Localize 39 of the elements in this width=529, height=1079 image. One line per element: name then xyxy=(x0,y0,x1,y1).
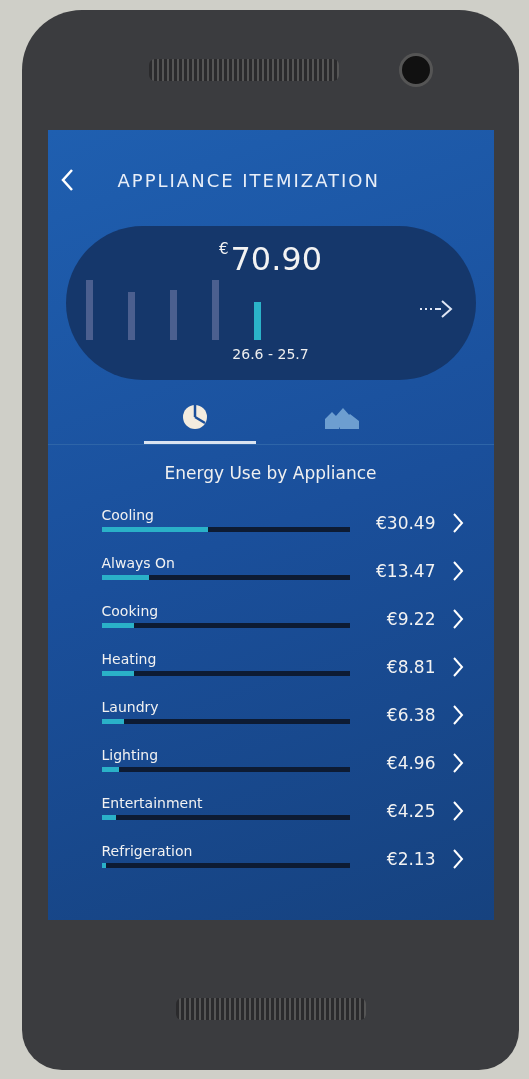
chevron-right-icon xyxy=(451,752,464,774)
appliance-row[interactable]: Laundry €6.38 xyxy=(101,691,464,731)
back-icon[interactable] xyxy=(59,168,74,192)
appliance-name: Entertainment xyxy=(101,794,204,811)
appliance-cost: €8.81 xyxy=(385,657,436,677)
appliance-cost: €6.38 xyxy=(385,705,436,725)
chevron-right-icon xyxy=(451,800,464,822)
appliance-name: Always On xyxy=(101,554,176,571)
appliance-name: Cooling xyxy=(101,506,155,523)
next-arrow-icon[interactable] xyxy=(417,299,454,319)
appliance-cost: €30.49 xyxy=(375,513,436,533)
chevron-right-icon xyxy=(451,560,464,582)
appliance-row[interactable]: Refrigeration €2.13 xyxy=(101,835,464,875)
chevron-right-icon xyxy=(451,848,464,870)
appliance-cost: €4.25 xyxy=(385,801,436,821)
appliance-name: Laundry xyxy=(101,698,160,715)
appliance-row[interactable]: Lighting €4.96 xyxy=(101,739,464,779)
appliance-cost: €13.47 xyxy=(375,561,436,581)
appliance-row[interactable]: Heating €8.81 xyxy=(101,643,464,683)
appliance-name: Heating xyxy=(101,650,158,667)
appliance-name: Refrigeration xyxy=(101,842,194,859)
chevron-right-icon xyxy=(451,704,464,726)
appliance-name: Lighting xyxy=(101,746,160,763)
chevron-right-icon xyxy=(451,656,464,678)
appliance-row[interactable]: Entertainment €4.25 xyxy=(101,787,464,827)
chevron-right-icon xyxy=(451,512,464,534)
screen-title: APPLIANCE ITEMIZATION xyxy=(117,169,380,191)
appliance-name: Cooking xyxy=(101,602,160,619)
appliance-cost: €4.96 xyxy=(385,753,436,773)
total-amount: €70.90 xyxy=(218,240,323,278)
chevron-right-icon xyxy=(451,608,464,630)
appliance-row[interactable]: Always On €13.47 xyxy=(101,547,464,587)
section-title: Energy Use by Appliance xyxy=(164,463,377,483)
appliance-cost: €2.13 xyxy=(385,849,436,869)
appliance-row[interactable]: Cooking €9.22 xyxy=(101,595,464,635)
appliance-cost: €9.22 xyxy=(385,609,436,629)
date-range: 26.6 - 25.7 xyxy=(232,346,309,362)
camera-lens xyxy=(398,53,433,87)
appliance-row[interactable]: Cooling €30.49 xyxy=(101,499,464,539)
